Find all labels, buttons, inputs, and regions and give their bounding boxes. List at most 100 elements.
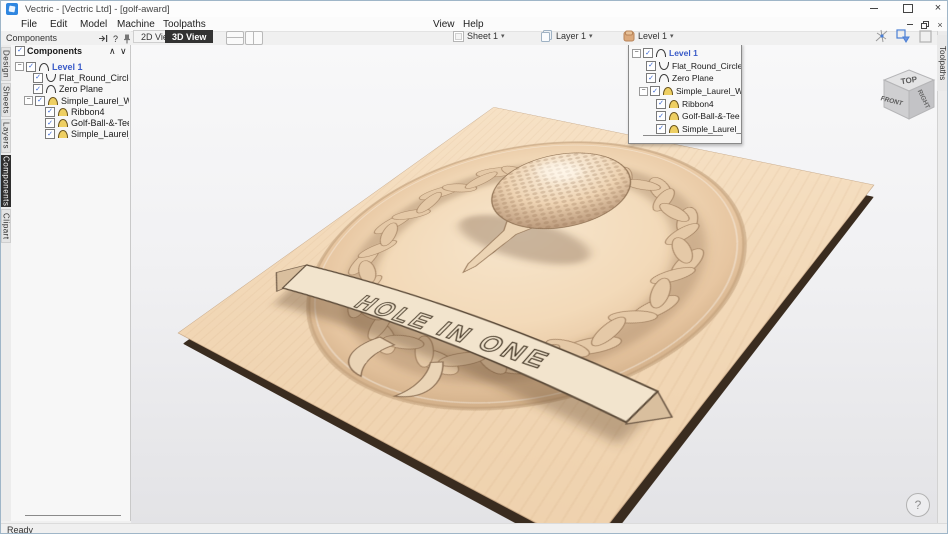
tree-row-flat-round-circle[interactable]: ✓ Flat_Round_Circle — [11, 72, 129, 83]
snap-geometry-icon[interactable] — [894, 27, 912, 45]
visibility-checkbox[interactable]: ✓ — [45, 129, 55, 139]
tree-item-label[interactable]: Golf-Ball-&-Tee — [682, 111, 740, 121]
menu-file[interactable]: File — [21, 19, 37, 30]
tree-row-level1[interactable]: − ✓ Level 1 — [11, 61, 129, 72]
visibility-checkbox[interactable]: ✓ — [656, 99, 666, 109]
title-bar: Vectric - [Vectric Ltd] - [golf-award] × — [1, 1, 948, 17]
tree-row-zero-plane[interactable]: ✓ Zero Plane — [11, 84, 129, 95]
carving-artwork: HOLE IN ONE — [177, 107, 874, 523]
tab-components[interactable]: Components — [1, 155, 11, 207]
tree-item-label[interactable]: Flat_Round_Circle — [59, 73, 129, 83]
close-button[interactable]: × — [925, 1, 948, 16]
visibility-checkbox[interactable]: ✓ — [35, 96, 45, 106]
menu-machine[interactable]: Machine — [117, 19, 155, 30]
component-icon — [659, 74, 669, 82]
pin-glyph-icon — [123, 34, 131, 44]
split-horizontal-icon[interactable] — [226, 31, 244, 45]
tree-item-label[interactable]: Simple_Laurel_Wreath — [71, 129, 129, 139]
tab-layers[interactable]: Layers — [1, 119, 11, 153]
level-dropdown[interactable]: Level 1 ▾ — [623, 29, 674, 43]
tab-design[interactable]: Design — [1, 47, 11, 81]
collapse-toggle[interactable]: − — [632, 49, 641, 58]
tree-item-label[interactable]: Golf-Ball-&-Tee — [71, 118, 129, 128]
visibility-checkbox[interactable]: ✓ — [650, 86, 660, 96]
group-icon — [663, 87, 673, 95]
visibility-checkbox[interactable]: ✓ — [656, 111, 666, 121]
tree-row-level1[interactable]: − ✓ Level 1 — [629, 47, 741, 60]
visibility-checkbox[interactable]: ✓ — [643, 48, 653, 58]
component-icon — [58, 119, 68, 127]
view-cube[interactable]: TOP FRONT RIGHT — [877, 67, 937, 125]
tab-toolpaths[interactable]: Toolpaths — [937, 35, 948, 91]
tree-item-label[interactable]: Flat_Round_Circle — [672, 61, 741, 71]
maximize-button[interactable] — [895, 1, 921, 16]
carving-board: HOLE IN ONE — [177, 107, 874, 523]
tree-item-label[interactable]: Ribbon4 — [682, 99, 714, 109]
sheet-dropdown[interactable]: Sheet 1 ▾ — [453, 29, 505, 43]
vectric-window: Vectric - [Vectric Ltd] - [golf-award] ×… — [0, 0, 948, 534]
menu-model[interactable]: Model — [80, 19, 107, 30]
visibility-checkbox[interactable]: ✓ — [646, 73, 656, 83]
pin-icon[interactable] — [121, 33, 132, 44]
collapse-toggle[interactable]: − — [639, 87, 648, 96]
menu-toolpaths[interactable]: Toolpaths — [163, 19, 206, 30]
visibility-checkbox[interactable]: ✓ — [26, 62, 36, 72]
tree-row-golf-ball[interactable]: ✓ Golf-Ball-&-Tee — [629, 110, 741, 123]
visibility-checkbox[interactable]: ✓ — [656, 124, 666, 134]
tree-item-label[interactable]: Zero Plane — [59, 84, 103, 94]
tree-item-label[interactable]: Level 1 — [52, 62, 83, 72]
component-icon — [58, 108, 68, 116]
snap-grid-icon[interactable] — [916, 27, 934, 45]
status-text: Ready — [7, 525, 33, 534]
chevron-down-icon: ▾ — [670, 32, 674, 40]
visibility-checkbox[interactable]: ✓ — [646, 61, 656, 71]
tree-item-label[interactable]: Zero Plane — [672, 73, 714, 83]
tab-clipart[interactable]: Clipart — [1, 209, 11, 243]
tree-row-wreath-group[interactable]: − ✓ Simple_Laurel_Wreath - Gro — [629, 85, 741, 98]
move-up-button[interactable]: ∧ — [109, 46, 116, 56]
floating-component-tree[interactable]: − ✓ Level 1 ✓ Flat_Round_Circle ✓ Zero P… — [628, 45, 742, 144]
layer-dropdown[interactable]: Layer 1 ▾ — [541, 29, 593, 43]
tree-row-laurel-wreath[interactable]: ✓ Simple_Laurel_Wreath — [629, 123, 741, 136]
tree-item-label[interactable]: Level 1 — [669, 48, 698, 58]
tree-row-ribbon4[interactable]: ✓ Ribbon4 — [629, 97, 741, 110]
menu-edit[interactable]: Edit — [50, 19, 67, 30]
tab-sheets[interactable]: Sheets — [1, 83, 11, 117]
component-icon — [46, 85, 56, 93]
visibility-checkbox[interactable]: ✓ — [45, 107, 55, 117]
help-button[interactable]: ? — [906, 493, 930, 517]
visibility-checkbox[interactable]: ✓ — [45, 118, 55, 128]
tree-row-ribbon4[interactable]: ✓ Ribbon4 — [11, 106, 129, 117]
tree-row-flat-round-circle[interactable]: ✓ Flat_Round_Circle — [629, 60, 741, 73]
visibility-checkbox[interactable]: ✓ — [33, 73, 43, 83]
components-panel-titlebar: Components ? — [1, 31, 131, 46]
menu-view[interactable]: View — [433, 19, 455, 30]
tree-item-label[interactable]: Ribbon4 — [71, 107, 105, 117]
model-3d-viewport[interactable]: HOLE IN ONE − ✓ Level 1 — [131, 45, 937, 523]
tab-3d-view[interactable]: 3D View — [165, 30, 213, 43]
tree-row-golf-ball[interactable]: ✓ Golf-Ball-&-Tee — [11, 117, 129, 128]
tree-item-label[interactable]: Simple_Laurel_Wreath — [682, 124, 741, 134]
collapse-toggle[interactable]: − — [15, 62, 24, 71]
split-vertical-icon[interactable] — [245, 31, 263, 45]
minimize-button[interactable] — [861, 1, 887, 16]
opacity-slider[interactable] — [643, 135, 723, 136]
visibility-checkbox[interactable]: ✓ — [33, 84, 43, 94]
tree-row-laurel-wreath[interactable]: ✓ Simple_Laurel_Wreath — [11, 129, 129, 140]
tree-item-label[interactable]: Simple_Laurel_Wreath - Gro — [61, 96, 129, 106]
components-panel: ✓ Components ∧ ∨ − ✓ Level 1 ✓ Flat_Roun… — [11, 45, 131, 521]
components-header-label: Components — [27, 46, 82, 56]
panel-help-button[interactable]: ? — [110, 33, 121, 44]
mdi-close-button[interactable]: × — [934, 19, 946, 30]
components-visibility-checkbox[interactable]: ✓ — [15, 46, 25, 56]
tree-row-zero-plane[interactable]: ✓ Zero Plane — [629, 72, 741, 85]
move-down-button[interactable]: ∨ — [120, 46, 127, 56]
dock-arrow-icon — [98, 34, 108, 43]
dock-panel-icon[interactable] — [97, 33, 108, 44]
tree-item-label[interactable]: Simple_Laurel_Wreath - Gro — [676, 86, 741, 96]
tree-row-wreath-group[interactable]: − ✓ Simple_Laurel_Wreath - Gro — [11, 95, 129, 106]
layer-label: Layer 1 — [556, 31, 586, 41]
collapse-toggle[interactable]: − — [24, 96, 33, 105]
snap-lines-icon[interactable] — [873, 27, 891, 45]
panel-resize-slider[interactable] — [25, 515, 121, 516]
